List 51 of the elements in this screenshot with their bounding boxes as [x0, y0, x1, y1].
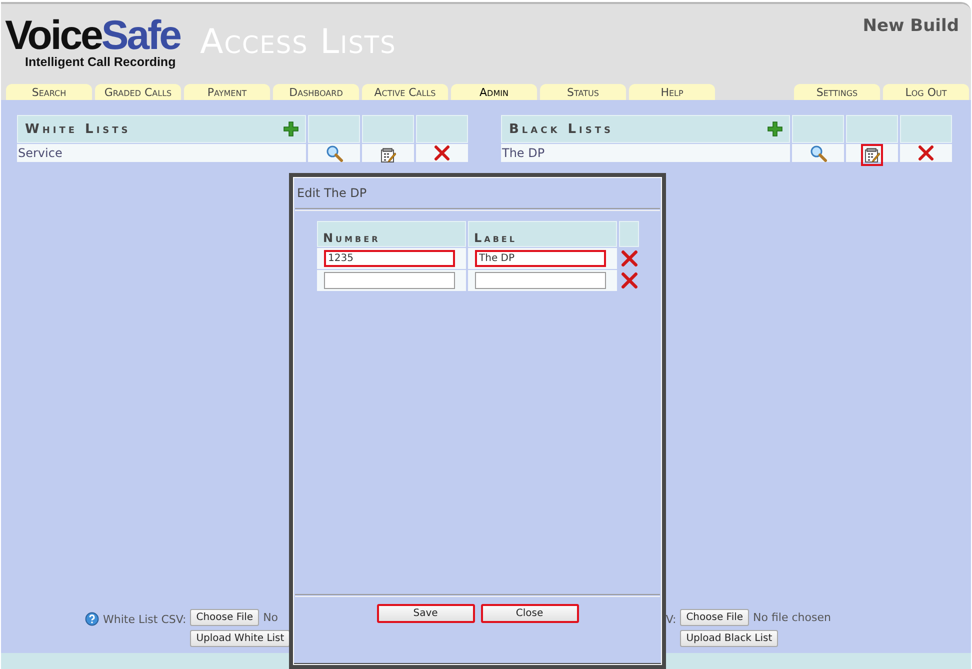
list-name-cell[interactable]: Service	[17, 144, 306, 162]
choose-file-button[interactable]: Choose File	[680, 609, 750, 626]
delete-icon[interactable]	[434, 145, 450, 161]
file-status: No file chosen	[753, 611, 831, 624]
add-icon[interactable]	[283, 121, 299, 137]
logo: VoiceSafe	[5, 16, 180, 54]
logo-tagline: Intelligent Call Recording	[24, 55, 177, 69]
file-status: No	[263, 611, 278, 624]
label-field[interactable]: The DP	[475, 250, 606, 267]
dialog-button[interactable]: Save	[376, 604, 474, 623]
csv-label: White List CSV:	[103, 612, 186, 626]
header-cell	[900, 115, 952, 143]
number-field[interactable]	[324, 272, 455, 289]
label-field[interactable]	[475, 272, 606, 289]
build-label: New Build	[862, 16, 959, 36]
header-cell	[792, 115, 844, 143]
delete-icon[interactable]	[620, 250, 638, 267]
search-icon[interactable]	[810, 144, 826, 162]
header-cell	[846, 115, 898, 143]
nav-tab[interactable]: Settings	[794, 84, 880, 100]
upload-button[interactable]: Upload White List	[190, 630, 290, 647]
nav-tab[interactable]: Active Calls	[362, 84, 448, 100]
dialog-title: Edit The DP	[296, 185, 368, 202]
nav-tab[interactable]: Help	[629, 84, 715, 100]
nav-tab[interactable]: Admin	[451, 84, 537, 100]
dialog-button[interactable]: Close	[480, 604, 578, 623]
list-title: Black Lists	[509, 122, 614, 136]
header-cell	[362, 115, 414, 143]
nav-tab[interactable]: Log Out	[883, 84, 969, 100]
nav-tab[interactable]: Search	[6, 84, 92, 100]
nav-tab[interactable]: Dashboard	[273, 84, 359, 100]
nav-tab[interactable]: Graded Calls	[95, 84, 181, 100]
list-title: White Lists	[25, 122, 131, 136]
number-field[interactable]: 1235	[324, 250, 455, 267]
upload-button[interactable]: Upload Black List	[680, 630, 778, 647]
add-icon[interactable]	[767, 121, 783, 137]
delete-icon[interactable]	[620, 272, 638, 289]
delete-icon[interactable]	[918, 145, 934, 161]
header-cell	[308, 115, 360, 143]
list-name-cell[interactable]: The DP	[501, 144, 790, 162]
header-cell	[619, 221, 639, 247]
column-header: Number	[317, 221, 466, 247]
csv-label: V:	[666, 612, 676, 626]
choose-file-button[interactable]: Choose File	[190, 609, 260, 626]
nav-tab[interactable]: Payment	[184, 84, 270, 100]
nav-tab[interactable]: Status	[540, 84, 626, 100]
help-icon[interactable]	[85, 612, 99, 626]
search-icon[interactable]	[326, 144, 342, 162]
column-header: Label	[468, 221, 617, 247]
edit-icon[interactable]	[861, 144, 883, 166]
header-cell	[416, 115, 468, 143]
